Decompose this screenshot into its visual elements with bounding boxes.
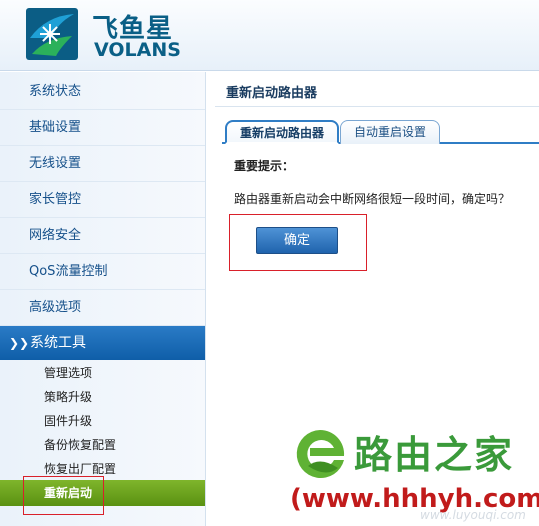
watermark-faint-url: www.luyouqi.com (420, 508, 526, 522)
volans-logo-icon (26, 8, 78, 60)
notice-text: 路由器重新启动会中断网络很短一段时间，确定吗？ (234, 192, 511, 206)
sidebar: 系统状态 基础设置 无线设置 家长管控 网络安全 QoS流量控制 高级选项 ❯❯… (0, 72, 206, 526)
sidebar-subitem-policy-upgrade[interactable]: 策略升级 (0, 385, 205, 409)
watermark-e-logo-icon (296, 429, 345, 478)
page-title: 重新启动路由器 (226, 86, 318, 101)
sidebar-item-system-tools[interactable]: ❯❯ 系统工具 (0, 326, 205, 360)
tab-reboot-router[interactable]: 重新启动路由器 (225, 120, 339, 144)
sidebar-item-network-security[interactable]: 网络安全 (0, 218, 205, 254)
sidebar-item-basic-settings[interactable]: 基础设置 (0, 110, 205, 146)
sidebar-item-wireless-settings[interactable]: 无线设置 (0, 146, 205, 182)
brand-name-en: VOLANS (94, 39, 181, 61)
sidebar-item-system-status[interactable]: 系统状态 (0, 74, 205, 110)
sidebar-item-advanced[interactable]: 高级选项 (0, 290, 205, 326)
sidebar-item-label: 系统工具 (30, 335, 86, 351)
sidebar-subitem-backup-restore[interactable]: 备份恢复配置 (0, 433, 205, 457)
double-chevron-down-icon: ❯❯ (9, 336, 30, 350)
title-divider (215, 106, 539, 107)
sidebar-subitem-management[interactable]: 管理选项 (0, 361, 205, 385)
highlight-box-reboot (23, 476, 104, 515)
sidebar-subitem-firmware-upgrade[interactable]: 固件升级 (0, 409, 205, 433)
highlight-box-confirm (229, 214, 367, 271)
watermark-title: 路由之家 (354, 433, 515, 477)
sidebar-item-qos[interactable]: QoS流量控制 (0, 254, 205, 290)
sidebar-item-parental-control[interactable]: 家长管控 (0, 182, 205, 218)
tab-auto-reboot-settings[interactable]: 自动重启设置 (340, 120, 440, 144)
app-header: 飞鱼星 VOLANS (0, 0, 539, 71)
notice-heading: 重要提示： (234, 159, 295, 173)
